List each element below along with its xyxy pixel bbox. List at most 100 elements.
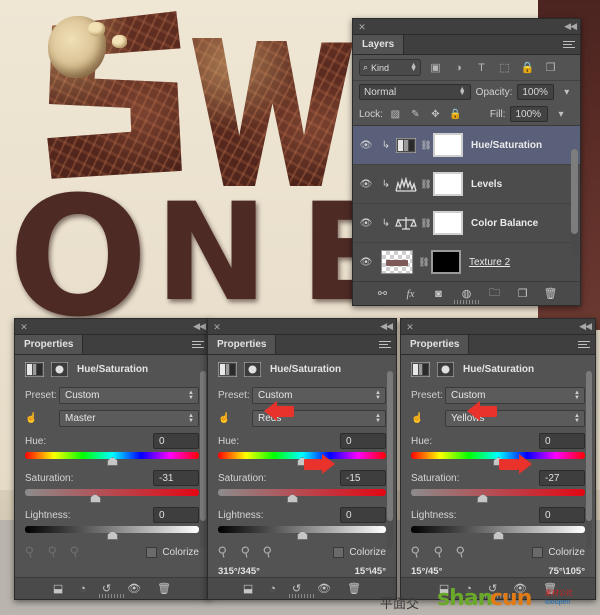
lightness-slider-track[interactable]: [411, 526, 585, 540]
layer-mask-thumbnail[interactable]: [433, 211, 463, 235]
eyedropper-subtract-icon[interactable]: ⚲: [69, 543, 82, 561]
delete-layer-icon[interactable]: 🗑: [544, 287, 558, 300]
tab-layers[interactable]: Layers: [353, 35, 405, 54]
hue-slider-track[interactable]: [218, 452, 386, 466]
layers-panel-titlebar[interactable]: ✕ ◀◀: [353, 19, 580, 35]
preset-select[interactable]: Custom ▲ ▼: [59, 387, 199, 404]
clip-to-layer-icon[interactable]: ⬓: [53, 582, 63, 595]
panel-menu-icon[interactable]: [578, 339, 590, 350]
saturation-input[interactable]: -31: [153, 470, 199, 486]
lightness-input[interactable]: 0: [153, 507, 199, 523]
eyedropper-add-icon[interactable]: ⚲: [46, 543, 59, 561]
clip-to-layer-icon[interactable]: [436, 361, 456, 378]
fill-input[interactable]: 100%: [510, 106, 549, 122]
saturation-slider-knob[interactable]: [477, 494, 489, 503]
resize-grip[interactable]: [453, 300, 480, 304]
link-mask-icon[interactable]: ⛓: [419, 140, 433, 151]
lightness-input[interactable]: 0: [539, 507, 585, 523]
saturation-slider-knob[interactable]: [286, 494, 298, 503]
eyedropper-icon[interactable]: ⚲: [216, 543, 229, 561]
properties-panel-titlebar[interactable]: ✕ ◀◀: [208, 319, 396, 335]
blend-mode-select[interactable]: Normal ▲ ▼: [359, 84, 471, 100]
link-mask-icon[interactable]: ⛓: [417, 257, 431, 268]
link-layers-icon[interactable]: ⚯: [376, 287, 390, 300]
lightness-slider-knob[interactable]: [297, 531, 308, 540]
add-layer-style-icon[interactable]: fx: [404, 288, 418, 300]
collapse-icon[interactable]: ◀◀: [380, 321, 393, 332]
new-layer-icon[interactable]: ❐: [516, 287, 530, 300]
table-row[interactable]: 👁 ↳ ⛓ Levels: [353, 165, 580, 204]
colorize-checkbox[interactable]: [146, 546, 158, 558]
table-row[interactable]: 👁 ↳ ⛓ Hue/Saturation: [353, 126, 580, 165]
close-icon[interactable]: ✕: [357, 22, 367, 32]
eyedropper-add-icon[interactable]: ⚲: [239, 543, 252, 561]
eye-icon[interactable]: 👁: [353, 218, 379, 229]
link-mask-icon[interactable]: ⛓: [419, 218, 433, 229]
colorize-toggle[interactable]: Colorize: [532, 546, 585, 558]
on-image-adjustment-hand-icon[interactable]: ☝: [411, 413, 445, 424]
close-icon[interactable]: ✕: [405, 322, 415, 332]
resize-grip[interactable]: [99, 594, 125, 598]
lightness-slider-track[interactable]: [25, 526, 199, 540]
panel-menu-icon[interactable]: [379, 339, 391, 350]
eyedropper-subtract-icon[interactable]: ⚲: [262, 543, 275, 561]
view-previous-state-icon[interactable]: ◔: [79, 583, 86, 595]
clip-to-layer-icon[interactable]: ⬓: [243, 582, 253, 595]
delete-icon[interactable]: 🗑: [347, 582, 361, 595]
lock-image-pixels-icon[interactable]: ✎: [408, 107, 423, 122]
colorize-toggle[interactable]: Colorize: [146, 546, 199, 558]
channel-select[interactable]: Yellows ▲ ▼: [445, 410, 585, 427]
saturation-input[interactable]: -27: [539, 470, 585, 486]
properties-panel-titlebar[interactable]: ✕ ◀◀: [401, 319, 595, 335]
table-row[interactable]: 👁 ↳ ⛓ Color Balance: [353, 204, 580, 243]
new-group-icon[interactable]: 🗀: [488, 284, 502, 303]
layer-mask-thumbnail[interactable]: [431, 250, 461, 274]
smartobject-filter-icon[interactable]: 🔒: [519, 59, 536, 76]
saturation-slider-knob[interactable]: [89, 494, 101, 503]
hue-slider-knob[interactable]: [107, 457, 118, 466]
table-row[interactable]: 👁 ⛓ Texture 2: [353, 243, 580, 282]
type-filter-icon[interactable]: T: [473, 59, 490, 76]
saturation-input[interactable]: -15: [340, 470, 386, 486]
lock-transparent-pixels-icon[interactable]: ▨: [388, 107, 403, 122]
on-image-adjustment-hand-icon[interactable]: ☝: [25, 413, 59, 424]
shape-filter-icon[interactable]: ⬚: [496, 59, 513, 76]
hue-input[interactable]: 0: [539, 433, 585, 449]
lightness-slider-knob[interactable]: [493, 531, 504, 540]
image-filter-icon[interactable]: ▣: [427, 59, 444, 76]
hue-input[interactable]: 0: [153, 433, 199, 449]
colorize-checkbox[interactable]: [333, 546, 345, 558]
collapse-icon[interactable]: ◀◀: [579, 321, 592, 332]
channel-select[interactable]: Master ▲ ▼: [59, 410, 199, 427]
hue-slider-track[interactable]: [25, 452, 199, 466]
chevron-down-icon[interactable]: ▾: [559, 85, 574, 100]
preset-select[interactable]: Custom ▲ ▼: [445, 387, 585, 404]
lightness-slider-knob[interactable]: [107, 531, 118, 540]
colorize-toggle[interactable]: Colorize: [333, 546, 386, 558]
eye-icon[interactable]: 👁: [353, 257, 379, 268]
saturation-slider-track[interactable]: [25, 489, 199, 503]
layers-scrollbar[interactable]: [571, 149, 578, 257]
adjustment-filter-icon[interactable]: ◑: [450, 59, 467, 76]
eyedropper-add-icon[interactable]: ⚲: [432, 543, 445, 561]
resize-grip[interactable]: [289, 594, 315, 598]
filter-kind-select[interactable]: ⌕ Kind ▲ ▼: [359, 59, 421, 76]
properties-panel-titlebar[interactable]: ✕ ◀◀: [15, 319, 209, 335]
layer-mask-thumbnail[interactable]: [433, 133, 463, 157]
properties-scrollbar[interactable]: [387, 371, 393, 549]
properties-scrollbar[interactable]: [200, 371, 206, 549]
chevron-down-icon[interactable]: ▾: [553, 107, 568, 122]
clip-to-layer-icon[interactable]: [243, 361, 263, 378]
close-icon[interactable]: ✕: [212, 322, 222, 332]
toggle-visibility-icon[interactable]: 👁: [317, 582, 331, 595]
eye-icon[interactable]: 👁: [353, 179, 379, 190]
properties-scrollbar[interactable]: [586, 371, 592, 549]
saturation-slider-track[interactable]: [411, 489, 585, 503]
eyedropper-subtract-icon[interactable]: ⚲: [455, 543, 468, 561]
collapse-icon[interactable]: ◀◀: [564, 21, 577, 32]
toggle-visibility-icon[interactable]: 👁: [127, 582, 141, 595]
new-adjustment-layer-icon[interactable]: ◍: [460, 287, 474, 300]
close-icon[interactable]: ✕: [19, 322, 29, 332]
add-layer-mask-icon[interactable]: ◙: [432, 288, 446, 300]
colorize-checkbox[interactable]: [532, 546, 544, 558]
